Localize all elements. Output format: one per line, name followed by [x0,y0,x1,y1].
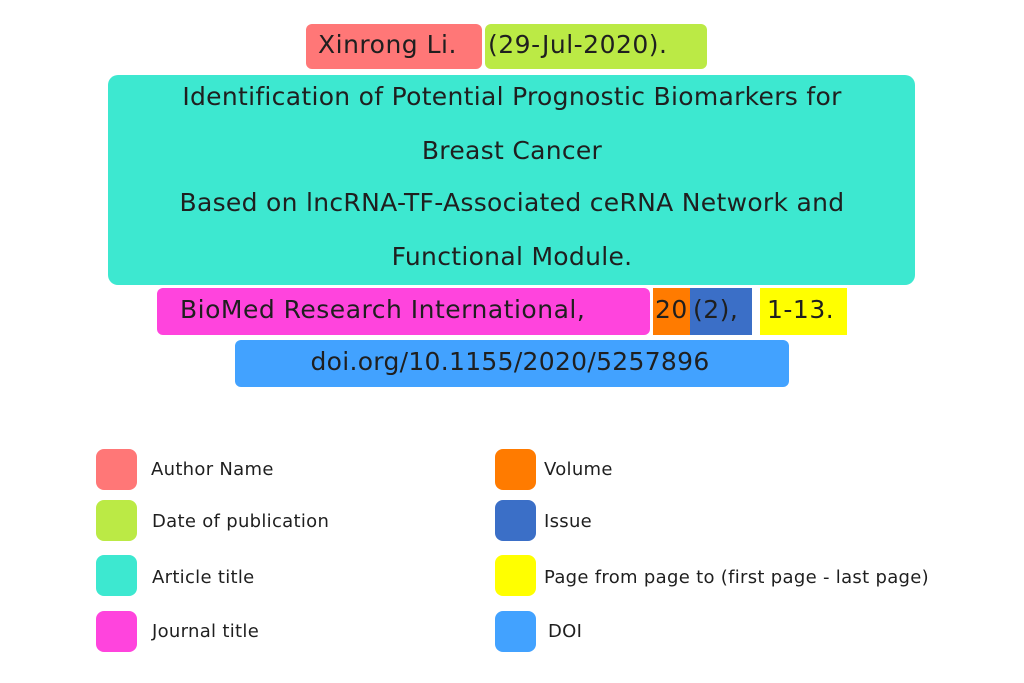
legend-swatch-date [96,500,137,541]
legend-swatch-article-title [96,555,137,596]
article-title-line-2: Breast Cancer [421,136,603,165]
legend-label-pages: Page from page to (first page - last pag… [544,567,929,588]
article-title-line-1: Identification of Potential Prognostic B… [182,82,842,111]
article-title-line-3: Based on lncRNA-TF-Associated ceRNA Netw… [179,188,845,217]
legend-label-author: Author Name [151,459,274,480]
author-name: Xinrong Li. [318,30,457,59]
legend-label-doi: DOI [548,621,583,642]
legend-label-volume: Volume [544,459,613,480]
publication-date: (29-Jul-2020). [488,30,668,59]
article-title-line-4: Functional Module. [391,242,633,271]
doi: doi.org/10.1155/2020/5257896 [310,347,710,376]
legend-swatch-volume [495,449,536,490]
legend-swatch-journal-title [96,611,137,652]
issue: (2), [693,295,739,324]
legend-swatch-issue [495,500,536,541]
journal-title: BioMed Research International, [180,295,586,324]
legend-swatch-author [96,449,137,490]
legend-label-issue: Issue [544,511,593,532]
legend-swatch-doi [495,611,536,652]
pages: 1-13. [767,295,835,324]
legend-swatch-pages [495,555,536,596]
legend-label-journal-title: Journal title [152,621,260,642]
volume: 20 [655,295,688,324]
legend-label-date: Date of publication [152,511,330,532]
legend-label-article-title: Article title [152,567,255,588]
